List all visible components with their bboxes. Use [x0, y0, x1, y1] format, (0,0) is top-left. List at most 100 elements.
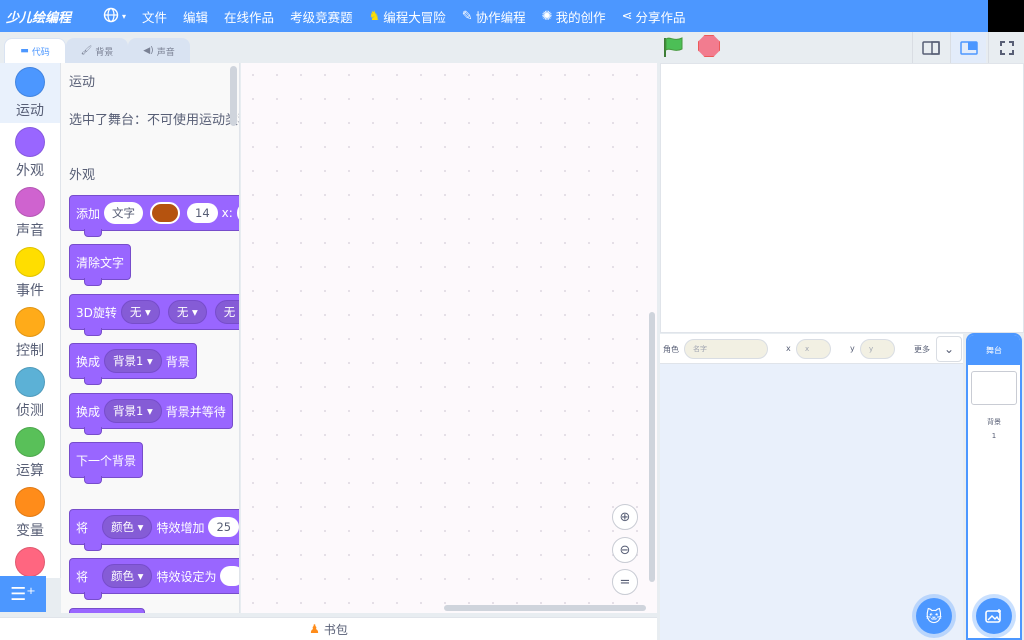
small-stage-button[interactable] — [912, 32, 948, 63]
block-label: 下一个背景 — [76, 453, 137, 468]
block-text-input[interactable]: 文字 — [104, 202, 144, 224]
backpack-bar[interactable]: ♟ 书包 — [0, 617, 657, 640]
category-label: 事件 — [16, 283, 44, 299]
block-palette: 运动 选中了舞台：不可使用运动类积木 外观 添加 文字 14 x: 清除文字 3… — [61, 63, 240, 613]
category-events[interactable]: 事件 — [0, 243, 60, 303]
category-dot — [15, 247, 45, 277]
dropdown-value: 无 — [176, 305, 189, 319]
zoom-out-button[interactable]: ⊖ — [612, 537, 638, 563]
fullscreen-button[interactable] — [988, 32, 1024, 63]
app-logo[interactable]: 少儿绘编程 — [0, 0, 95, 32]
category-looks[interactable]: 外观 — [0, 123, 60, 183]
menu-file[interactable]: 文件 — [134, 0, 175, 32]
sprite-y-input[interactable]: y — [860, 339, 895, 359]
sprite-name-placeholder: 名字 — [693, 345, 707, 353]
zoom-in-button[interactable]: ⊕ — [612, 504, 638, 530]
editor-tabs: ▬ 代码 🖌 背景 ◀) 声音 — [0, 32, 240, 63]
block-next-backdrop[interactable]: 下一个背景 — [69, 442, 144, 484]
block-dropdown[interactable]: 颜色 ▾ — [102, 515, 153, 539]
palette-scrollbar[interactable] — [230, 66, 237, 126]
category-variables[interactable]: 变量 — [0, 483, 60, 543]
block-size-input[interactable]: 14 — [187, 203, 218, 223]
block-value-input[interactable]: 25 — [208, 517, 239, 537]
dropdown-value: 背景1 — [113, 354, 144, 368]
block-clear-text[interactable]: 清除文字 — [69, 244, 132, 286]
tab-sounds[interactable]: ◀) 声音 — [128, 38, 190, 63]
block-switch-backdrop-wait[interactable]: 换成 背景1 ▾ 背景并等待 — [69, 393, 233, 435]
block-add-text[interactable]: 添加 文字 14 x: — [69, 195, 239, 237]
dropdown-value: 背景1 — [113, 404, 144, 418]
category-control[interactable]: 控制 — [0, 303, 60, 363]
add-sprite-button[interactable]: 🐱 — [916, 598, 952, 634]
block-change-effect[interactable]: 将 颜色 ▾ 特效增加 25 — [69, 509, 239, 551]
workspace-horizontal-scrollbar[interactable] — [444, 605, 646, 611]
language-menu[interactable]: ▾ — [95, 0, 134, 32]
green-flag-button[interactable] — [662, 36, 686, 61]
small-stage-icon — [921, 40, 940, 55]
collapse-button[interactable]: ⌄ — [936, 336, 962, 362]
speaker-icon: ◀) — [143, 46, 154, 56]
block-dropdown[interactable]: 无 ▾ — [120, 300, 160, 324]
block-color-input[interactable] — [150, 202, 181, 224]
motion-heading: 运动 — [69, 75, 96, 90]
backpack-icon: ♟ — [309, 622, 320, 636]
category-myblocks[interactable] — [0, 543, 60, 578]
block-set-effect[interactable]: 将 颜色 ▾ 特效设定为 — [69, 558, 239, 600]
block-rotate-3d[interactable]: 3D旋转 无 ▾ 无 ▾ 无 ▾ — [69, 294, 239, 336]
backdrops-label: 背景 — [987, 418, 1001, 426]
tab-code-label: 代码 — [31, 47, 50, 58]
bird-icon: ♞ — [368, 8, 381, 24]
menu-edit[interactable]: 编辑 — [175, 0, 216, 32]
block-label: 将 — [76, 569, 89, 584]
category-sound[interactable]: 声音 — [0, 183, 60, 243]
block-x-input[interactable] — [236, 203, 239, 223]
sprite-label: 角色 — [663, 345, 679, 354]
sprite-name-input[interactable]: 名字 — [684, 339, 768, 359]
green-flag-icon — [664, 37, 683, 57]
category-dot — [15, 367, 45, 397]
category-label: 运算 — [16, 463, 44, 479]
category-motion[interactable]: 运动 — [0, 63, 60, 123]
logo-text: 少儿绘编程 — [6, 10, 72, 26]
workspace-vertical-scrollbar[interactable] — [649, 312, 655, 582]
fullscreen-icon — [999, 40, 1014, 55]
add-backdrop-button[interactable] — [976, 598, 1012, 634]
menu-collab[interactable]: ✎ 协作编程 — [454, 0, 534, 32]
menu-share[interactable]: ⋖ 分享作品 — [614, 0, 694, 32]
block-dropdown[interactable]: 背景1 ▾ — [104, 349, 162, 373]
block-partial[interactable] — [69, 608, 145, 613]
stage-target-panel[interactable]: 舞台 背景 1 — [966, 333, 1022, 640]
block-label: 换成 — [76, 404, 101, 419]
cat-icon: 🐱 — [925, 606, 943, 626]
block-value-input[interactable] — [220, 566, 239, 586]
more-label[interactable]: 更多 — [914, 344, 930, 355]
block-label: 换成 — [76, 354, 101, 369]
block-label: 将 — [76, 520, 89, 535]
normal-stage-button[interactable] — [950, 32, 986, 63]
menu-exam-questions[interactable]: 考级竞赛题 — [282, 0, 361, 32]
extension-icon: ☰⁺ — [10, 583, 36, 605]
category-operators[interactable]: 运算 — [0, 423, 60, 483]
category-dot — [15, 127, 45, 157]
block-dropdown[interactable]: 无 ▾ — [167, 300, 207, 324]
tab-code[interactable]: ▬ 代码 — [4, 38, 66, 63]
zoom-reset-button[interactable]: = — [612, 569, 638, 595]
category-sensing[interactable]: 侦测 — [0, 363, 60, 423]
looks-heading: 外观 — [69, 168, 96, 183]
block-dropdown[interactable]: 无 ▾ — [214, 300, 239, 324]
sprite-x-input[interactable]: x — [796, 339, 831, 359]
menu-my-creations[interactable]: ✺ 我的创作 — [534, 0, 614, 32]
chevron-down-icon: ▾ — [122, 11, 127, 21]
add-extension-button[interactable]: ☰⁺ — [0, 576, 46, 612]
code-workspace[interactable] — [241, 63, 657, 613]
menu-online-works[interactable]: 在线作品 — [216, 0, 282, 32]
block-dropdown[interactable]: 颜色 ▾ — [102, 564, 153, 588]
block-switch-backdrop[interactable]: 换成 背景1 ▾ 背景 — [69, 343, 197, 385]
backdrop-icon — [985, 609, 1001, 623]
tab-backdrops[interactable]: 🖌 背景 — [66, 38, 128, 63]
stage-thumbnail[interactable] — [971, 371, 1017, 405]
category-label: 外观 — [16, 163, 44, 179]
block-dropdown[interactable]: 背景1 ▾ — [104, 399, 162, 423]
menu-adventure[interactable]: ♞ 编程大冒险 — [361, 0, 454, 32]
stage-canvas[interactable] — [660, 63, 1024, 333]
